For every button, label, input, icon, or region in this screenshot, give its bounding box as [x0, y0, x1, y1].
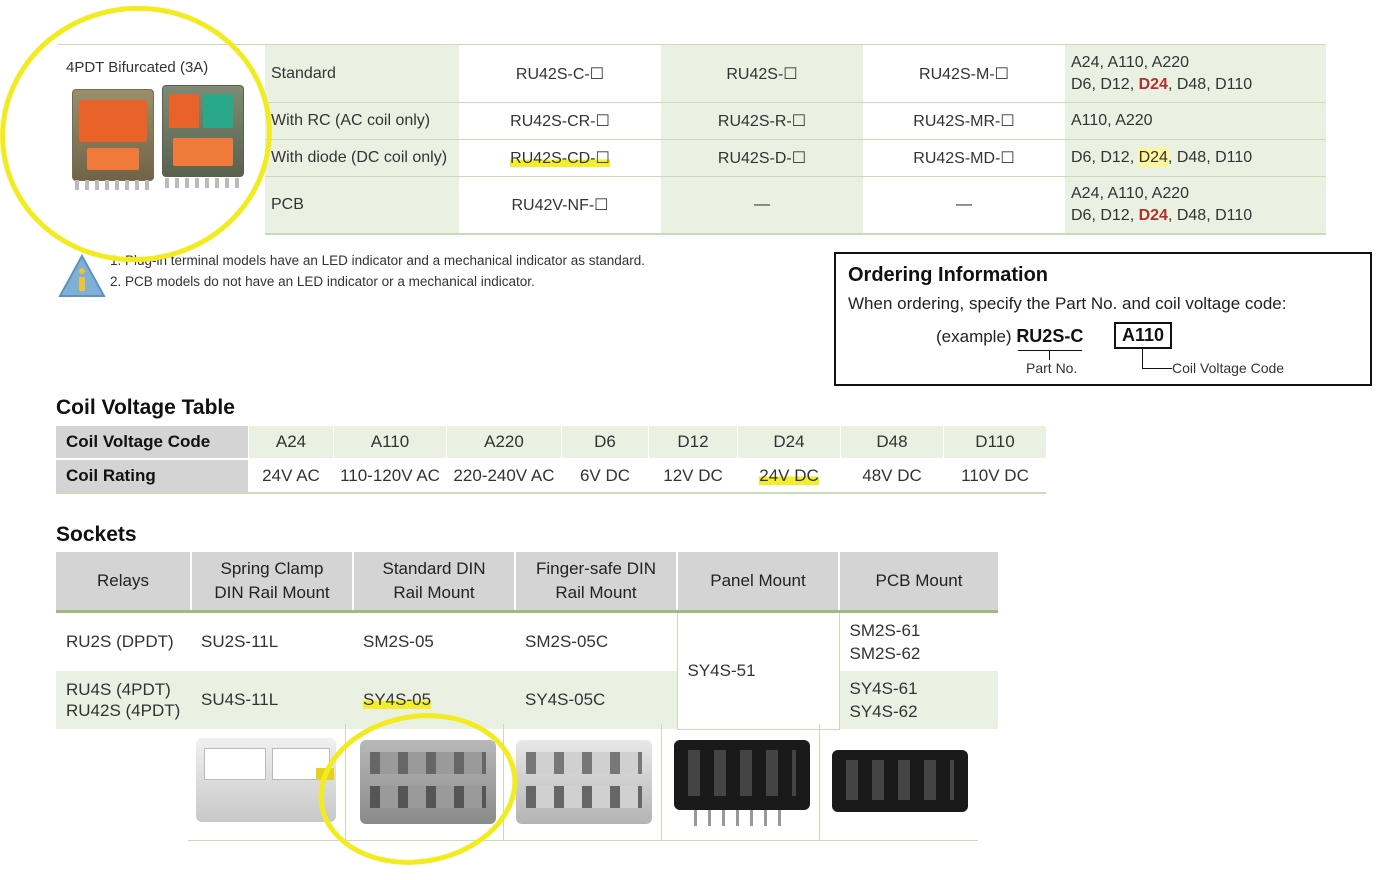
socket-panel: SY4S-51	[676, 611, 840, 730]
coil-rating: 12V DC	[648, 459, 738, 494]
part-rc-c: RU42S-CR-☐	[459, 102, 661, 140]
socket-sy4s-05: SY4S-05	[353, 671, 515, 729]
part-pcb-c: RU42V-NF-☐	[459, 176, 661, 235]
ordering-title: Ordering Information	[848, 264, 1048, 286]
type-pcb: PCB	[265, 176, 459, 235]
relay-image-2	[162, 85, 244, 188]
socket-su2s: SU2S-11L	[201, 632, 279, 651]
part-diode-c: RU42S-CD-☐	[459, 139, 661, 177]
example-coil-code: A110	[1114, 322, 1173, 349]
col-pcb-mount: PCB Mount	[839, 552, 998, 613]
coil-rating-header: Coil Rating	[56, 459, 249, 494]
coil-code: D24	[737, 426, 841, 460]
ordering-text: When ordering, specify the Part No. and …	[848, 294, 1287, 313]
socket-sm2s-05c: SM2S-05C	[525, 632, 609, 651]
info-icon	[58, 254, 106, 297]
coil-rating: 24V DC	[737, 459, 841, 494]
ordering-example: (example) RU2S-C	[936, 326, 1084, 346]
spring-clamp-socket-image	[196, 738, 336, 822]
socket-su4s: SU4S-11L	[191, 671, 353, 729]
notes: 1. Plug-in terminal models have an LED i…	[110, 250, 645, 292]
relay-image-1	[72, 89, 154, 190]
type-diode: With diode (DC coil only)	[265, 139, 459, 177]
type-standard: Standard	[265, 44, 459, 103]
socket-sm2s-05: SM2S-05	[363, 632, 434, 651]
coil-code-header: Coil Voltage Code	[56, 426, 249, 460]
pcb-mount-socket-image	[832, 750, 968, 812]
coil-rating: 110V DC	[943, 459, 1046, 494]
note-2: 2. PCB models do not have an LED indicat…	[110, 274, 535, 289]
coil-voltage-table: Coil Voltage Code A24 A110 A220 D6 D12 D…	[56, 426, 1046, 494]
product-table: 4PDT Bifurcated (3A) Standard RU42S-C-☐ …	[58, 44, 1326, 235]
col-standard-din: Standard DIN Rail Mount	[353, 552, 516, 613]
part-standard: RU42S-☐	[661, 44, 863, 103]
part-no-label: Part No.	[1026, 360, 1078, 376]
part-pcb-m: —	[863, 176, 1065, 235]
col-finger-safe: Finger-safe DIN Rail Mount	[515, 552, 678, 613]
coil-rating: 110-120V AC	[333, 459, 447, 494]
coil-code: A24	[248, 426, 334, 460]
coil-code: D12	[648, 426, 738, 460]
coil-rating: 220-240V AC	[446, 459, 562, 494]
coil-rating: 6V DC	[561, 459, 649, 494]
coil-code-label: Coil Voltage Code	[1172, 360, 1285, 376]
voltages-dc: D6, D12, D24, D48, D110	[1071, 75, 1253, 93]
voltages-pcb: A24, A110, A220 D6, D12, D24, D48, D110	[1065, 176, 1326, 235]
product-name: 4PDT Bifurcated (3A)	[66, 59, 209, 76]
voltages-standard: A24, A110, A220 D6, D12, D24, D48, D110	[1065, 44, 1326, 103]
socket-pcb-row1: SM2S-61 SM2S-62	[838, 611, 998, 671]
col-relays: Relays	[56, 552, 192, 613]
coil-code: D6	[561, 426, 649, 460]
coil-rating: 24V AC	[248, 459, 334, 494]
standard-din-socket-image	[360, 740, 496, 824]
coil-code: D110	[943, 426, 1046, 460]
part-diode: RU42S-D-☐	[661, 139, 863, 177]
col-panel-mount: Panel Mount	[677, 552, 840, 613]
panel-mount-socket-image	[674, 740, 810, 826]
relay-ru4s: RU4S (4PDT) RU42S (4PDT)	[56, 671, 191, 729]
voltages-rc: A110, A220	[1065, 102, 1326, 140]
part-diode-m: RU42S-MD-☐	[863, 139, 1065, 177]
part-standard-c: RU42S-C-☐	[459, 44, 661, 103]
voltages-diode: D6, D12, D24, D48, D110	[1065, 139, 1326, 177]
relay-ru2s: RU2S (DPDT)	[66, 632, 174, 651]
part-no-bracket	[1018, 350, 1082, 351]
col-spring-clamp: Spring Clamp DIN Rail Mount	[191, 552, 354, 613]
coil-table-title: Coil Voltage Table	[56, 396, 235, 419]
part-standard-m: RU42S-M-☐	[863, 44, 1065, 103]
socket-sy4s-05c: SY4S-05C	[515, 671, 677, 729]
type-rc: With RC (AC coil only)	[265, 102, 459, 140]
sockets-table: Relays Spring Clamp DIN Rail Mount Stand…	[56, 552, 998, 730]
coil-rating: 48V DC	[840, 459, 944, 494]
part-rc-m: RU42S-MR-☐	[863, 102, 1065, 140]
coil-code: A110	[333, 426, 447, 460]
finger-safe-socket-image	[516, 740, 652, 824]
coil-code: D48	[840, 426, 944, 460]
product-cell: 4PDT Bifurcated (3A)	[58, 44, 265, 234]
socket-pcb-row2: SY4S-61 SY4S-62	[838, 671, 998, 729]
voltages-ac: A24, A110, A220	[1071, 53, 1190, 71]
sockets-title: Sockets	[56, 523, 137, 546]
part-pcb: —	[661, 176, 863, 235]
coil-code: A220	[446, 426, 562, 460]
example-part-no: RU2S-C	[1016, 326, 1084, 346]
part-rc: RU42S-R-☐	[661, 102, 863, 140]
note-1: 1. Plug-in terminal models have an LED i…	[110, 253, 646, 268]
ordering-info-box: Ordering Information When ordering, spec…	[834, 252, 1372, 386]
